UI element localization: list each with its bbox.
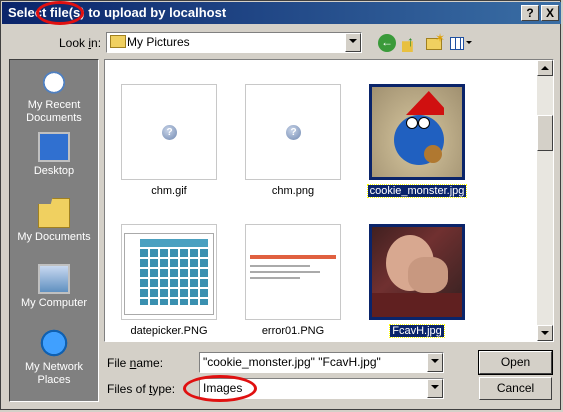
image-placeholder-icon: ? [286, 125, 301, 140]
thumbnail [121, 224, 217, 320]
place-label: Desktop [33, 165, 75, 177]
thumbnail [369, 224, 465, 320]
scroll-down-button[interactable] [537, 325, 553, 341]
cancel-button[interactable]: Cancel [479, 377, 552, 400]
open-button[interactable]: Open [478, 350, 553, 375]
cancel-button-label: Cancel [496, 381, 535, 395]
look-in-dropdown[interactable]: My Pictures [106, 32, 362, 53]
file-type-value: Images [203, 381, 243, 395]
place-desktop[interactable]: Desktop [10, 132, 98, 178]
file-name: datepicker.PNG [130, 325, 208, 337]
file-name: FcavH.jpg [389, 324, 445, 338]
views-menu-icon[interactable] [450, 37, 464, 50]
sparkle-icon: ✶ [435, 31, 446, 45]
chevron-down-icon[interactable] [427, 379, 443, 398]
place-recent-documents[interactable]: My Recent Documents [10, 66, 98, 125]
open-button-label: Open [500, 355, 531, 369]
file-name: cookie_monster.jpg [366, 184, 468, 198]
close-button[interactable]: X [541, 5, 559, 21]
scroll-thumb[interactable] [537, 115, 553, 151]
place-network-places[interactable]: My Network Places [10, 328, 98, 387]
chevron-down-icon[interactable] [427, 353, 443, 372]
dialog-title: Select file(s) to upload by localhost [8, 5, 227, 20]
my-documents-icon [38, 198, 70, 228]
scroll-up-button[interactable] [537, 60, 553, 76]
network-places-icon [38, 328, 70, 358]
thumbnail [369, 84, 465, 180]
title-bar[interactable]: Select file(s) to upload by localhost ? … [2, 2, 561, 24]
places-bar: My Recent Documents Desktop My Documents… [9, 59, 99, 402]
up-arrow-icon: ↑ [407, 33, 414, 49]
place-my-computer[interactable]: My Computer [10, 264, 98, 310]
file-type-dropdown[interactable]: Images [199, 378, 444, 399]
recent-documents-icon [38, 66, 70, 96]
image-placeholder-icon: ? [162, 125, 177, 140]
file-type-label: Files of type: [107, 382, 176, 396]
place-label: My Documents [17, 231, 91, 243]
thumbnail: ? [245, 84, 341, 180]
help-button[interactable]: ? [521, 5, 539, 21]
file-name: error01.PNG [261, 325, 325, 337]
thumbnail [245, 224, 341, 320]
folder-icon [110, 35, 126, 48]
place-my-documents[interactable]: My Documents [10, 198, 98, 244]
thumbnail: ? [121, 84, 217, 180]
desktop-icon [38, 132, 70, 162]
file-name-label: File name: [107, 356, 164, 370]
file-name-field[interactable]: "cookie_monster.jpg" "FcavH.jpg" [199, 352, 444, 373]
place-label: My Network Places [24, 361, 84, 386]
file-name-value: "cookie_monster.jpg" "FcavH.jpg" [203, 355, 381, 369]
views-dropdown-arrow-icon[interactable] [466, 41, 472, 44]
file-upload-dialog: Select file(s) to upload by localhost ? … [0, 0, 561, 410]
back-icon[interactable]: ← [378, 34, 396, 52]
chevron-down-icon[interactable] [345, 33, 361, 52]
look-in-value: My Pictures [127, 35, 190, 49]
file-name: chm.png [271, 185, 315, 197]
look-in-label: Look in: [59, 36, 102, 50]
my-computer-icon [38, 264, 70, 294]
vertical-scrollbar[interactable] [537, 60, 553, 341]
place-label: My Computer [20, 297, 88, 309]
place-label: My Recent Documents [26, 99, 82, 124]
file-name: chm.gif [151, 185, 187, 197]
file-list[interactable]: ? chm.gif ? chm.png cookie_monster.jpg d… [104, 59, 554, 342]
